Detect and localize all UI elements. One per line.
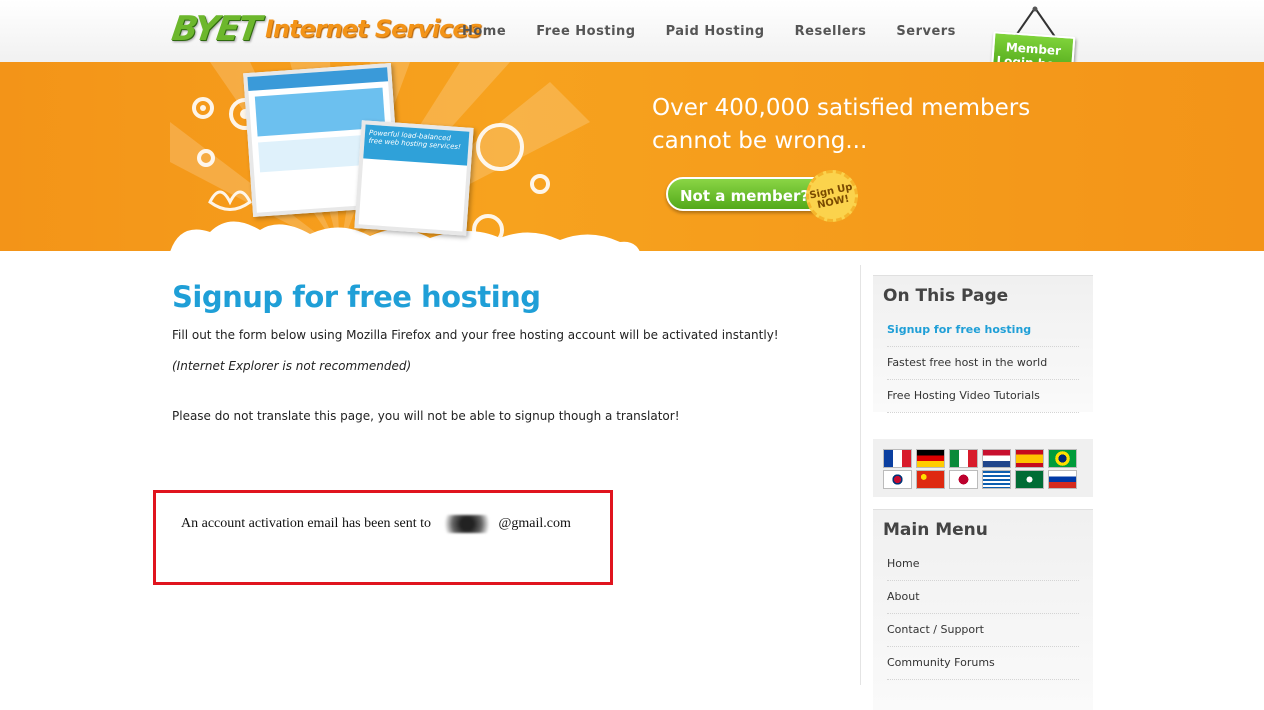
flag-netherlands-icon[interactable] <box>982 449 1011 468</box>
flag-saudi-arabia-icon[interactable] <box>1015 470 1044 489</box>
activation-message-domain: @gmail.com <box>498 516 571 532</box>
top-header: BYET Internet Services Home Free Hosting… <box>0 0 1264 79</box>
ie-warning-text: (Internet Explorer is not recommended) <box>172 359 412 373</box>
logo-services-text: Internet Services <box>265 15 482 43</box>
nav-resellers[interactable]: Resellers <box>795 24 867 39</box>
nav-free-hosting[interactable]: Free Hosting <box>536 24 635 39</box>
tagline-line-2: cannot be wrong... <box>652 128 868 154</box>
byet-logo[interactable]: BYET Internet Services <box>169 4 482 54</box>
flag-italy-icon[interactable] <box>949 449 978 468</box>
on-this-page-panel: On This Page Signup for free hosting Fas… <box>873 275 1093 413</box>
flag-france-icon[interactable] <box>883 449 912 468</box>
banner-tagline: Over 400,000 satisfied members cannot be… <box>652 92 1030 158</box>
menu-link-about[interactable]: About <box>887 581 1079 614</box>
hero-banner: Powerful load-balanced free web hosting … <box>0 62 1264 251</box>
flag-germany-icon[interactable] <box>916 449 945 468</box>
main-content: Signup for free hosting Fill out the for… <box>172 270 832 423</box>
menu-link-home[interactable]: Home <box>887 548 1079 581</box>
flag-greece-icon[interactable] <box>982 470 1011 489</box>
activation-message: An account activation email has been sen… <box>181 515 571 533</box>
redacted-email-scribble <box>436 515 499 533</box>
main-nav: Home Free Hosting Paid Hosting Resellers… <box>462 24 986 39</box>
signup-now-badge[interactable]: Sign Up NOW! <box>801 165 863 227</box>
otp-link-fastest[interactable]: Fastest free host in the world <box>887 347 1079 380</box>
activation-message-prefix: An account activation email has been sen… <box>181 516 431 532</box>
main-menu-title: Main Menu <box>883 520 988 540</box>
activation-highlight-box <box>153 490 613 585</box>
sidebar: On This Page Signup for free hosting Fas… <box>860 265 1093 710</box>
flag-brazil-icon[interactable] <box>1048 449 1077 468</box>
otp-link-tutorials[interactable]: Free Hosting Video Tutorials <box>887 380 1079 413</box>
nav-servers[interactable]: Servers <box>896 24 956 39</box>
intro-text: Fill out the form below using Mozilla Fi… <box>172 328 779 342</box>
menu-link-forums[interactable]: Community Forums <box>887 647 1079 680</box>
flag-spain-icon[interactable] <box>1015 449 1044 468</box>
hosting-screenshots-illustration: Powerful load-balanced free web hosting … <box>243 63 474 236</box>
on-this-page-title: On This Page <box>883 286 1009 306</box>
screenshot-card-2: Powerful load-balanced free web hosting … <box>354 120 474 236</box>
menu-link-contact[interactable]: Contact / Support <box>887 614 1079 647</box>
nav-home[interactable]: Home <box>462 24 506 39</box>
nav-paid-hosting[interactable]: Paid Hosting <box>666 24 765 39</box>
translate-warning-text: Please do not translate this page, you w… <box>172 409 680 423</box>
flag-china-icon[interactable] <box>916 470 945 489</box>
tagline-line-1: Over 400,000 satisfied members <box>652 95 1031 121</box>
flag-japan-icon[interactable] <box>949 470 978 489</box>
logo-byet-text: BYET <box>169 9 262 49</box>
screenshot-card-2-text: Powerful load-balanced free web hosting … <box>363 124 470 166</box>
main-menu-panel: Main Menu Home About Contact / Support C… <box>873 509 1093 710</box>
language-flags-panel <box>873 439 1093 497</box>
flag-russia-icon[interactable] <box>1048 470 1077 489</box>
page-title: Signup for free hosting <box>172 280 541 314</box>
otp-link-signup[interactable]: Signup for free hosting <box>887 314 1079 347</box>
flag-korea-icon[interactable] <box>883 470 912 489</box>
